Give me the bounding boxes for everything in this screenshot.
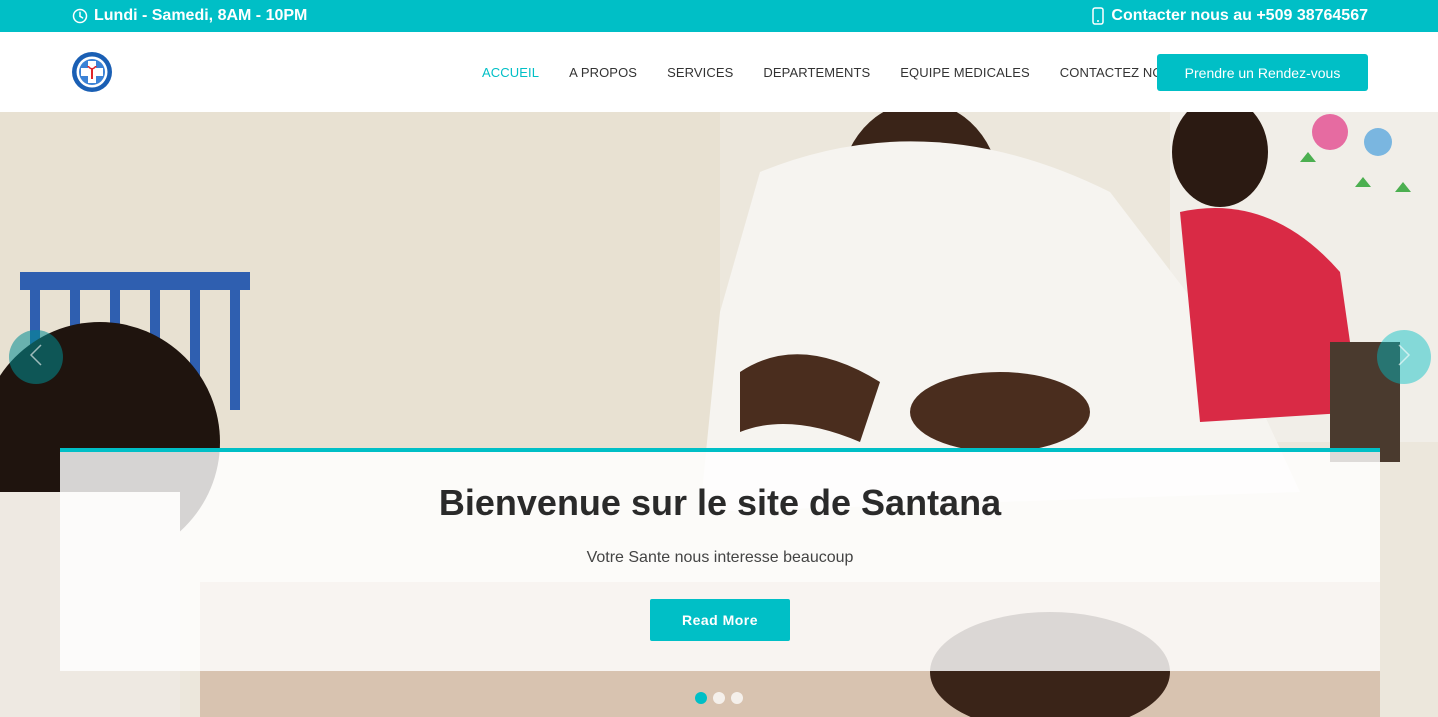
appointment-button[interactable]: Prendre un Rendez-vous <box>1157 54 1368 91</box>
nav-item-services[interactable]: SERVICES <box>667 65 733 80</box>
slide-dot-1[interactable] <box>695 692 707 704</box>
contact-phone-text: Contacter nous au +509 38764567 <box>1111 7 1368 24</box>
chevron-left-icon <box>29 343 43 372</box>
slide-dot-3[interactable] <box>731 692 743 704</box>
hero-caption-box: Bienvenue sur le site de Santana Votre S… <box>60 448 1380 671</box>
top-info-bar: Lundi - Samedi, 8AM - 10PM Contacter nou… <box>0 0 1438 32</box>
nav-item-accueil[interactable]: ACCUEIL <box>482 65 539 80</box>
medical-cross-logo[interactable] <box>71 51 113 93</box>
contact-phone[interactable]: Contacter nous au +509 38764567 <box>1092 0 1368 32</box>
slider-pagination <box>695 692 743 704</box>
mobile-phone-icon <box>1092 7 1105 25</box>
opening-hours: Lundi - Samedi, 8AM - 10PM <box>72 0 307 32</box>
site-header: ACCUEIL A PROPOS SERVICES DEPARTEMENTS E… <box>0 32 1438 112</box>
hero-title: Bienvenue sur le site de Santana <box>438 482 1002 523</box>
main-navigation: ACCUEIL A PROPOS SERVICES DEPARTEMENTS E… <box>482 32 1211 112</box>
clock-icon <box>72 8 88 24</box>
nav-item-departements[interactable]: DEPARTEMENTS <box>763 65 870 80</box>
chevron-right-icon <box>1397 343 1411 372</box>
read-more-button[interactable]: Read More <box>650 599 790 641</box>
nav-item-a-propos[interactable]: A PROPOS <box>569 65 637 80</box>
slider-next-button[interactable] <box>1377 330 1431 384</box>
hero-slider: Bienvenue sur le site de Santana Votre S… <box>0 112 1438 717</box>
slide-dot-2[interactable] <box>713 692 725 704</box>
opening-hours-text: Lundi - Samedi, 8AM - 10PM <box>94 7 308 24</box>
hero-subtitle: Votre Sante nous interesse beaucoup <box>586 549 854 566</box>
nav-item-equipe-medicales[interactable]: EQUIPE MEDICALES <box>900 65 1029 80</box>
slider-prev-button[interactable] <box>9 330 63 384</box>
